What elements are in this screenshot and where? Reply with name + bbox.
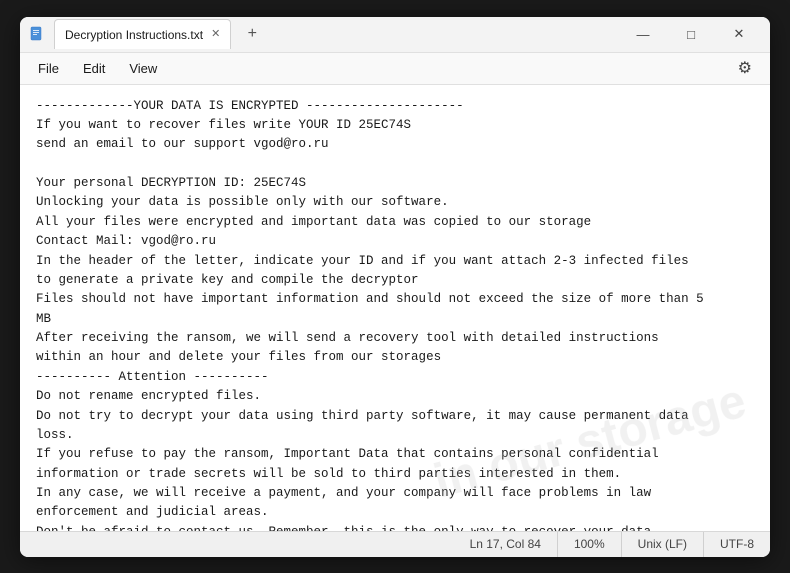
editor-area: -------------YOUR DATA IS ENCRYPTED ----…: [20, 85, 770, 531]
menu-file[interactable]: File: [28, 57, 69, 80]
text-editor[interactable]: -------------YOUR DATA IS ENCRYPTED ----…: [20, 85, 770, 531]
new-tab-button[interactable]: +: [239, 21, 265, 47]
encoding[interactable]: UTF-8: [704, 532, 770, 557]
cursor-position: Ln 17, Col 84: [454, 532, 558, 557]
menu-view[interactable]: View: [119, 57, 167, 80]
status-bar: Ln 17, Col 84 100% Unix (LF) UTF-8: [20, 531, 770, 557]
close-button[interactable]: ✕: [716, 19, 762, 49]
minimize-button[interactable]: —: [620, 19, 666, 49]
notepad-window: Decryption Instructions.txt ✕ + — □ ✕ Fi…: [20, 17, 770, 557]
menu-edit[interactable]: Edit: [73, 57, 115, 80]
window-controls: — □ ✕: [620, 19, 762, 49]
file-icon: [28, 25, 46, 43]
tab-title: Decryption Instructions.txt: [65, 28, 203, 42]
line-ending[interactable]: Unix (LF): [622, 532, 704, 557]
settings-icon[interactable]: ⚙: [728, 54, 762, 82]
menu-bar: File Edit View ⚙: [20, 53, 770, 85]
title-bar: Decryption Instructions.txt ✕ + — □ ✕: [20, 17, 770, 53]
title-bar-left: Decryption Instructions.txt ✕ +: [28, 19, 620, 49]
zoom-level[interactable]: 100%: [558, 532, 622, 557]
active-tab[interactable]: Decryption Instructions.txt ✕: [54, 19, 231, 49]
maximize-button[interactable]: □: [668, 19, 714, 49]
tab-close-button[interactable]: ✕: [211, 29, 220, 40]
